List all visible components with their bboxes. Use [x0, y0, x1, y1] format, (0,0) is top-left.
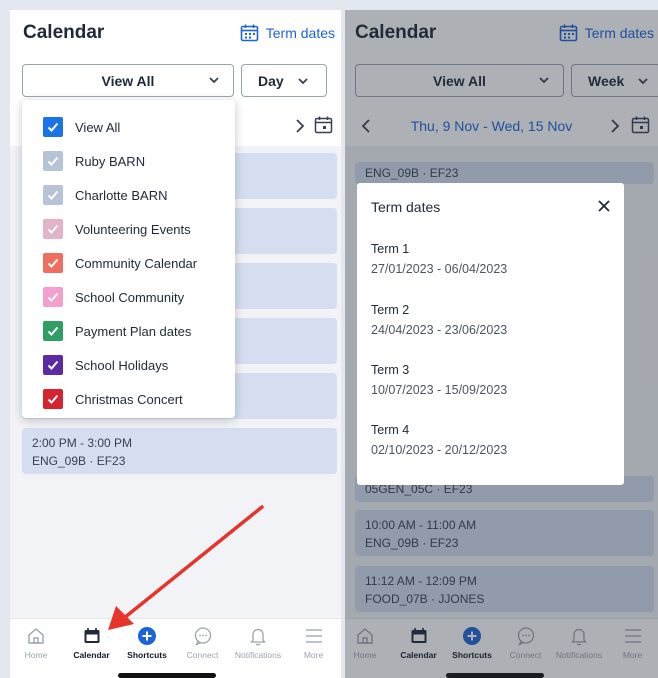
- dropdown-item[interactable]: School Holidays: [22, 348, 235, 382]
- term-dates: 02/10/2023 - 20/12/2023: [371, 443, 508, 457]
- check-icon: [47, 394, 59, 404]
- tab-more[interactable]: More: [283, 625, 342, 660]
- term-name: Term 4: [371, 423, 410, 437]
- chat-bubble-icon: [172, 625, 234, 647]
- term-entry: Term 2 24/04/2023 - 23/06/2023: [371, 300, 507, 340]
- term-dates-modal: Term dates Term 1 27/01/2023 - 06/04/202…: [357, 183, 624, 485]
- event-class: ENG_09B · EF23: [32, 454, 126, 468]
- checkbox[interactable]: [43, 287, 63, 307]
- tab-connect[interactable]: Connect: [172, 625, 234, 660]
- dropdown-item-label: Ruby BARN: [75, 153, 146, 169]
- checkbox[interactable]: [43, 185, 63, 205]
- term-dates: 27/01/2023 - 06/04/2023: [371, 262, 508, 276]
- term-dates: 10/07/2023 - 15/09/2023: [371, 383, 508, 397]
- mode-select[interactable]: Day: [241, 64, 327, 97]
- dropdown-item[interactable]: School Community: [22, 280, 235, 314]
- tab-home[interactable]: Home: [10, 625, 67, 660]
- checkbox[interactable]: [43, 389, 63, 409]
- checkbox[interactable]: [43, 219, 63, 239]
- chevron-down-icon: [209, 77, 219, 84]
- event-card[interactable]: 2:00 PM - 3:00 PM ENG_09B · EF23: [22, 428, 337, 474]
- term-name: Term 1: [371, 242, 410, 256]
- tab-shortcuts[interactable]: Shortcuts: [116, 625, 178, 660]
- check-icon: [47, 156, 59, 166]
- dropdown-item[interactable]: Payment Plan dates: [22, 314, 235, 348]
- dropdown-item-label: Community Calendar: [75, 255, 198, 271]
- bottom-tab-bar: Home Calendar Shortcuts Connect Notification…: [10, 618, 341, 678]
- tab-label: Calendar: [73, 650, 110, 660]
- app-header: Calendar Term dates: [10, 10, 341, 58]
- mode-select-value: Day: [258, 72, 284, 89]
- dropdown-item[interactable]: Charlotte BARN: [22, 178, 235, 212]
- tab-label: More: [303, 650, 324, 660]
- calendar-filter-dropdown: View All Ruby BARN Charlotte BARN Volunteer…: [22, 100, 235, 418]
- calendar-icon: [240, 24, 259, 42]
- checkbox[interactable]: [43, 321, 63, 341]
- term-dates-link[interactable]: Term dates: [240, 24, 335, 42]
- check-icon: [47, 360, 59, 370]
- dropdown-item[interactable]: Community Calendar: [22, 246, 235, 280]
- tab-label: Shortcuts: [127, 650, 167, 660]
- term-entry: Term 4 02/10/2023 - 20/12/2023: [371, 420, 507, 460]
- tab-calendar[interactable]: Calendar: [61, 625, 123, 660]
- dropdown-item-label: Payment Plan dates: [75, 323, 192, 339]
- term-dates-label: Term dates: [265, 25, 335, 41]
- check-icon: [47, 258, 59, 268]
- check-icon: [47, 224, 59, 234]
- plus-circle-icon: [116, 625, 178, 647]
- home-indicator: [118, 673, 216, 678]
- dropdown-item-label: Charlotte BARN: [75, 187, 168, 203]
- term-name: Term 2: [371, 303, 410, 317]
- tab-notifications[interactable]: Notifications: [227, 625, 289, 660]
- home-icon: [10, 625, 67, 647]
- dropdown-item-label: Volunteering Events: [75, 221, 191, 237]
- dropdown-item-label: School Holidays: [75, 357, 169, 373]
- dropdown-item[interactable]: View All: [22, 110, 235, 144]
- page-title: Calendar: [23, 22, 105, 43]
- event-time: 2:00 PM - 3:00 PM: [32, 436, 133, 450]
- term-entry: Term 1 27/01/2023 - 06/04/2023: [371, 239, 507, 279]
- term-dates: 24/04/2023 - 23/06/2023: [371, 323, 508, 337]
- calendar-icon: [61, 625, 123, 647]
- calendar-picker-icon[interactable]: [314, 116, 333, 134]
- checkbox[interactable]: [43, 117, 63, 137]
- checkbox[interactable]: [43, 355, 63, 375]
- tab-label: Notifications: [234, 650, 282, 660]
- checkbox[interactable]: [43, 253, 63, 273]
- dropdown-item-label: View All: [75, 119, 121, 135]
- checkbox[interactable]: [43, 151, 63, 171]
- close-icon[interactable]: [596, 198, 612, 214]
- modal-title: Term dates: [371, 199, 441, 215]
- term-name: Term 3: [371, 363, 410, 377]
- tab-label: Home: [24, 650, 48, 660]
- filter-controls: View All Day: [10, 58, 341, 106]
- right-phone-screen: Calendar Term dates View All Week Thu, 9…: [345, 10, 658, 678]
- tab-label: Connect: [186, 650, 219, 660]
- chevron-right-icon[interactable]: [293, 117, 307, 135]
- dropdown-item[interactable]: Ruby BARN: [22, 144, 235, 178]
- view-select-value: View All: [101, 72, 155, 89]
- check-icon: [47, 122, 59, 132]
- view-select[interactable]: View All: [22, 64, 234, 97]
- dropdown-item-label: Christmas Concert: [75, 391, 183, 407]
- dropdown-item[interactable]: Christmas Concert: [22, 382, 235, 416]
- left-phone-screen: Calendar Term dates View All Day 2:00 PM…: [10, 10, 341, 678]
- bell-icon: [227, 625, 289, 647]
- check-icon: [47, 326, 59, 336]
- menu-icon: [283, 625, 342, 647]
- dropdown-item[interactable]: Volunteering Events: [22, 212, 235, 246]
- term-entry: Term 3 10/07/2023 - 15/09/2023: [371, 360, 507, 400]
- check-icon: [47, 292, 59, 302]
- check-icon: [47, 190, 59, 200]
- chevron-down-icon: [298, 77, 308, 84]
- dropdown-item-label: School Community: [75, 289, 185, 305]
